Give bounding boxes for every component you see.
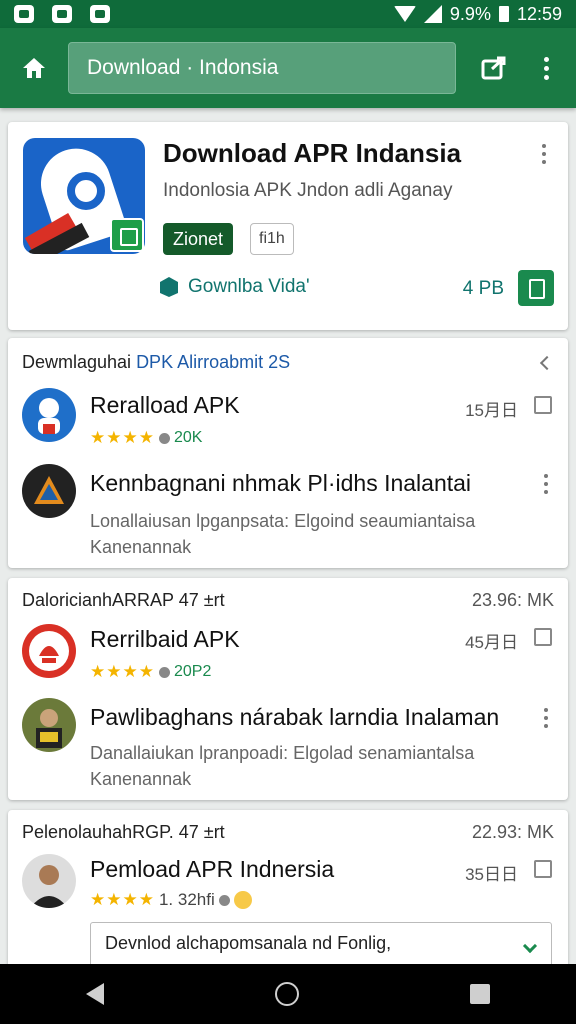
hero-more-icon[interactable] xyxy=(542,144,546,164)
system-nav-bar xyxy=(0,964,576,1024)
notification-icon xyxy=(52,5,72,23)
share-icon xyxy=(481,56,506,80)
status-bar: 9.9% 12:59 xyxy=(0,0,576,28)
list-item-description: Lonallaiusan lpganpsata: Elgoind seaumia… xyxy=(90,511,476,557)
back-icon[interactable] xyxy=(85,983,104,1005)
rating-row: ★★★★ 20P2 xyxy=(90,662,211,682)
related-section-2: DaloricianhARRAP 47 ±rt 23.96: MK Rerril… xyxy=(8,578,568,800)
list-item-title[interactable]: Pawlibaghans nárabak larndia Inalaman xyxy=(90,704,499,731)
star-rating: ★★★★ xyxy=(90,662,155,681)
download-label: Gownlba Vida' xyxy=(188,276,310,297)
rating-value: 20P2 xyxy=(173,663,212,680)
section-title: Dewmlaguhai DPK Alirroabmit 2S xyxy=(22,352,291,372)
app-hero-card[interactable]: Download APR Indansia Indonlosia APK Jnd… xyxy=(8,122,568,330)
rating-row: ★★★★ 20K xyxy=(90,428,202,448)
globe-icon xyxy=(218,894,230,906)
dropdown-value: Devnlod alchapomsanala nd Fonlig, xyxy=(105,933,392,953)
battery-icon xyxy=(498,6,509,22)
related-section-1: Dewmlaguhai DPK Alirroabmit 2S Reralload… xyxy=(8,338,568,568)
notification-icon xyxy=(90,5,110,23)
avatar xyxy=(22,388,76,442)
notification-icons xyxy=(14,5,110,23)
avatar xyxy=(22,854,76,908)
item-date: 45月日 xyxy=(465,633,518,652)
lock-icon xyxy=(158,666,170,678)
chevron-down-icon xyxy=(522,938,538,954)
section-meta: 22.93: MK xyxy=(471,822,554,842)
home-button[interactable] xyxy=(0,28,68,108)
share-button[interactable] xyxy=(464,28,524,108)
search-query: Download · Indonsia xyxy=(87,56,279,79)
overflow-menu-button[interactable] xyxy=(524,28,568,108)
item-more-icon[interactable] xyxy=(544,474,548,494)
recents-icon[interactable] xyxy=(470,984,491,1004)
notification-icon xyxy=(14,5,34,23)
shield-icon xyxy=(160,277,178,297)
list-item-title[interactable]: Kennbagnani nhmak Pl·idhs Inalantai xyxy=(90,470,471,497)
section-title: DaloricianhARRAP 47 ±rt xyxy=(22,590,225,610)
more-vert-icon xyxy=(543,56,549,80)
item-date: 15月日 xyxy=(465,401,518,420)
list-item-title[interactable]: Pemload APR Indnersia xyxy=(90,856,334,883)
app-subtitle: Indonlosia APK Jndon adli Aganay xyxy=(163,180,453,201)
rating-value: 1. 32hfi xyxy=(158,890,215,909)
section-meta: 23.96: MK xyxy=(471,590,554,610)
store-badge-icon xyxy=(110,218,144,252)
emoji-icon xyxy=(233,891,252,909)
list-item-title[interactable]: Reralload APK xyxy=(90,392,240,419)
search-input[interactable]: Download · Indonsia xyxy=(68,42,456,94)
signal-icon xyxy=(423,5,442,23)
install-button[interactable] xyxy=(518,270,554,306)
secondary-badge: fi1h xyxy=(250,223,294,255)
app-size: 4 PB xyxy=(462,278,504,299)
item-date: 35日日 xyxy=(465,865,518,884)
lock-icon xyxy=(158,432,170,444)
related-section-3: PelenolauhahRGP. 47 ±rt 22.93: MK Pemloa… xyxy=(8,810,568,982)
star-rating: ★★★★ xyxy=(90,890,155,909)
list-item-description: Danallaiukan lpranpoadi: Elgolad senamia… xyxy=(90,743,475,789)
item-action-icon[interactable] xyxy=(534,628,552,646)
item-action-icon[interactable] xyxy=(534,396,552,414)
star-rating: ★★★★ xyxy=(90,428,155,447)
item-action-icon[interactable] xyxy=(534,860,552,878)
battery-text: 9.9% xyxy=(449,3,491,24)
chevron-left-icon[interactable] xyxy=(539,355,555,371)
rating-value: 20K xyxy=(173,429,203,446)
avatar xyxy=(22,464,76,518)
app-bar: Download · Indonsia xyxy=(0,28,576,108)
app-title: Download APR Indansia xyxy=(163,138,462,168)
status-right: 9.9% 12:59 xyxy=(393,3,562,25)
home-icon xyxy=(23,58,45,78)
item-more-icon[interactable] xyxy=(544,708,548,728)
avatar xyxy=(22,624,76,678)
content-rating-badge: Zionet xyxy=(163,223,234,255)
clock: 12:59 xyxy=(516,3,562,24)
section-title: PelenolauhahRGP. 47 ±rt xyxy=(22,822,225,842)
list-item-title[interactable]: Rerrilbaid APK xyxy=(90,626,240,653)
home-circle-icon[interactable] xyxy=(274,982,299,1006)
rating-row: ★★★★ 1. 32hfi xyxy=(90,890,252,910)
wifi-icon xyxy=(393,6,416,22)
avatar xyxy=(22,698,76,752)
download-link[interactable]: Gownlba Vida' xyxy=(160,276,310,298)
